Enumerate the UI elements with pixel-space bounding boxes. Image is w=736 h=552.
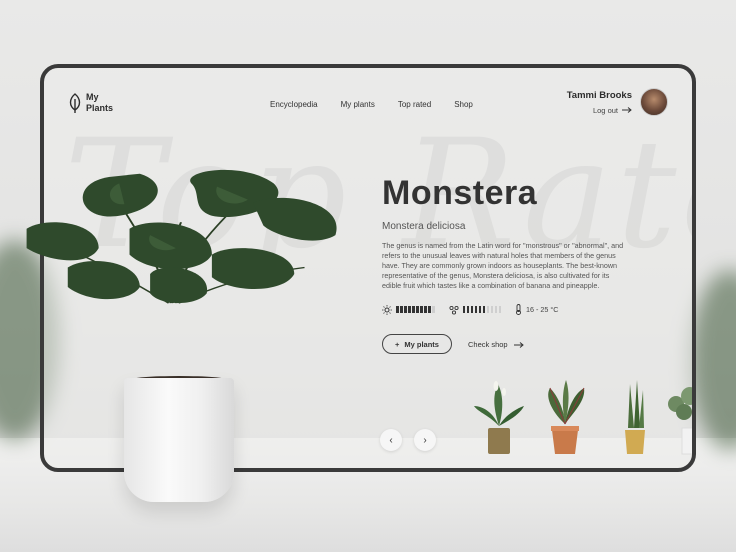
avatar[interactable]	[640, 88, 668, 116]
check-shop-label: Check shop	[468, 340, 508, 349]
user-panel: Tammi Brooks Log out	[567, 88, 668, 116]
level-segment	[424, 306, 427, 313]
temperature-value: 16 - 25 °C	[526, 305, 559, 314]
brand-logo[interactable]: My Plants	[68, 92, 120, 114]
add-to-my-plants-button[interactable]: + My plants	[382, 334, 452, 354]
level-segment	[490, 306, 493, 313]
water-drops-icon	[448, 305, 459, 315]
nav-top-rated[interactable]: Top rated	[398, 100, 431, 109]
thermometer-icon	[516, 304, 521, 315]
level-segment	[478, 306, 481, 313]
level-segment	[498, 306, 501, 313]
temperature-stat: 16 - 25 °C	[515, 304, 558, 315]
check-shop-link[interactable]: Check shop	[468, 340, 524, 349]
level-segment	[494, 306, 497, 313]
level-segment	[396, 306, 399, 313]
blurred-leaf-right	[690, 270, 736, 450]
level-segment	[482, 306, 485, 313]
level-segment	[428, 306, 431, 313]
arrow-right-icon	[513, 341, 524, 348]
plant-care-stats: 16 - 25 °C	[382, 304, 558, 315]
level-segment	[432, 306, 435, 313]
nav-my-plants[interactable]: My plants	[341, 100, 375, 109]
sunlight-stat	[382, 304, 435, 315]
level-segment	[416, 306, 419, 313]
level-segment	[408, 306, 411, 313]
logout-label: Log out	[592, 105, 618, 115]
main-plant-pot	[124, 378, 234, 502]
monstera-plant-image	[26, 169, 337, 304]
level-segment	[420, 306, 423, 313]
carousel-plant-thumb-4[interactable]	[656, 376, 692, 456]
brand-name: My Plants	[86, 92, 120, 114]
level-segment	[462, 306, 465, 313]
add-button-label: My plants	[404, 339, 439, 349]
level-segment	[404, 306, 407, 313]
level-segment	[486, 306, 489, 313]
brand-name-line2: Plants	[86, 103, 114, 113]
plus-icon: +	[395, 339, 400, 349]
main-nav: Encyclopedia My plants Top rated Shop	[270, 100, 473, 109]
chevron-left-icon: ‹	[389, 434, 393, 446]
sunlight-level-bar	[396, 306, 435, 313]
carousel-plant-thumb-2[interactable]	[536, 376, 594, 456]
user-name: Tammi Brooks	[566, 89, 632, 101]
water-stat	[448, 305, 501, 315]
level-segment	[412, 306, 415, 313]
peace-lily-image	[474, 381, 524, 454]
plant-latin-name: Monstera deliciosa	[382, 221, 466, 232]
water-level-bar	[462, 306, 501, 313]
logout-link[interactable]: Log out	[567, 106, 632, 115]
sun-icon	[382, 304, 392, 315]
level-segment	[474, 306, 477, 313]
plant-description: The genus is named from the Latin word f…	[382, 241, 624, 290]
level-segment	[470, 306, 473, 313]
calathea-image	[548, 380, 585, 454]
carousel-prev-button[interactable]: ‹	[380, 429, 402, 451]
brand-name-line1: My	[86, 92, 99, 102]
carousel-next-button[interactable]: ›	[414, 429, 436, 451]
nav-encyclopedia[interactable]: Encyclopedia	[270, 100, 318, 109]
carousel-plant-thumb-1[interactable]	[470, 376, 528, 456]
plant-title: Monstera	[382, 174, 538, 212]
level-segment	[466, 306, 469, 313]
level-segment	[400, 306, 403, 313]
nav-shop[interactable]: Shop	[454, 100, 473, 109]
leaf-icon	[69, 93, 81, 113]
chevron-right-icon: ›	[423, 434, 427, 446]
arrow-right-icon	[622, 107, 632, 113]
pilea-image	[668, 387, 692, 455]
